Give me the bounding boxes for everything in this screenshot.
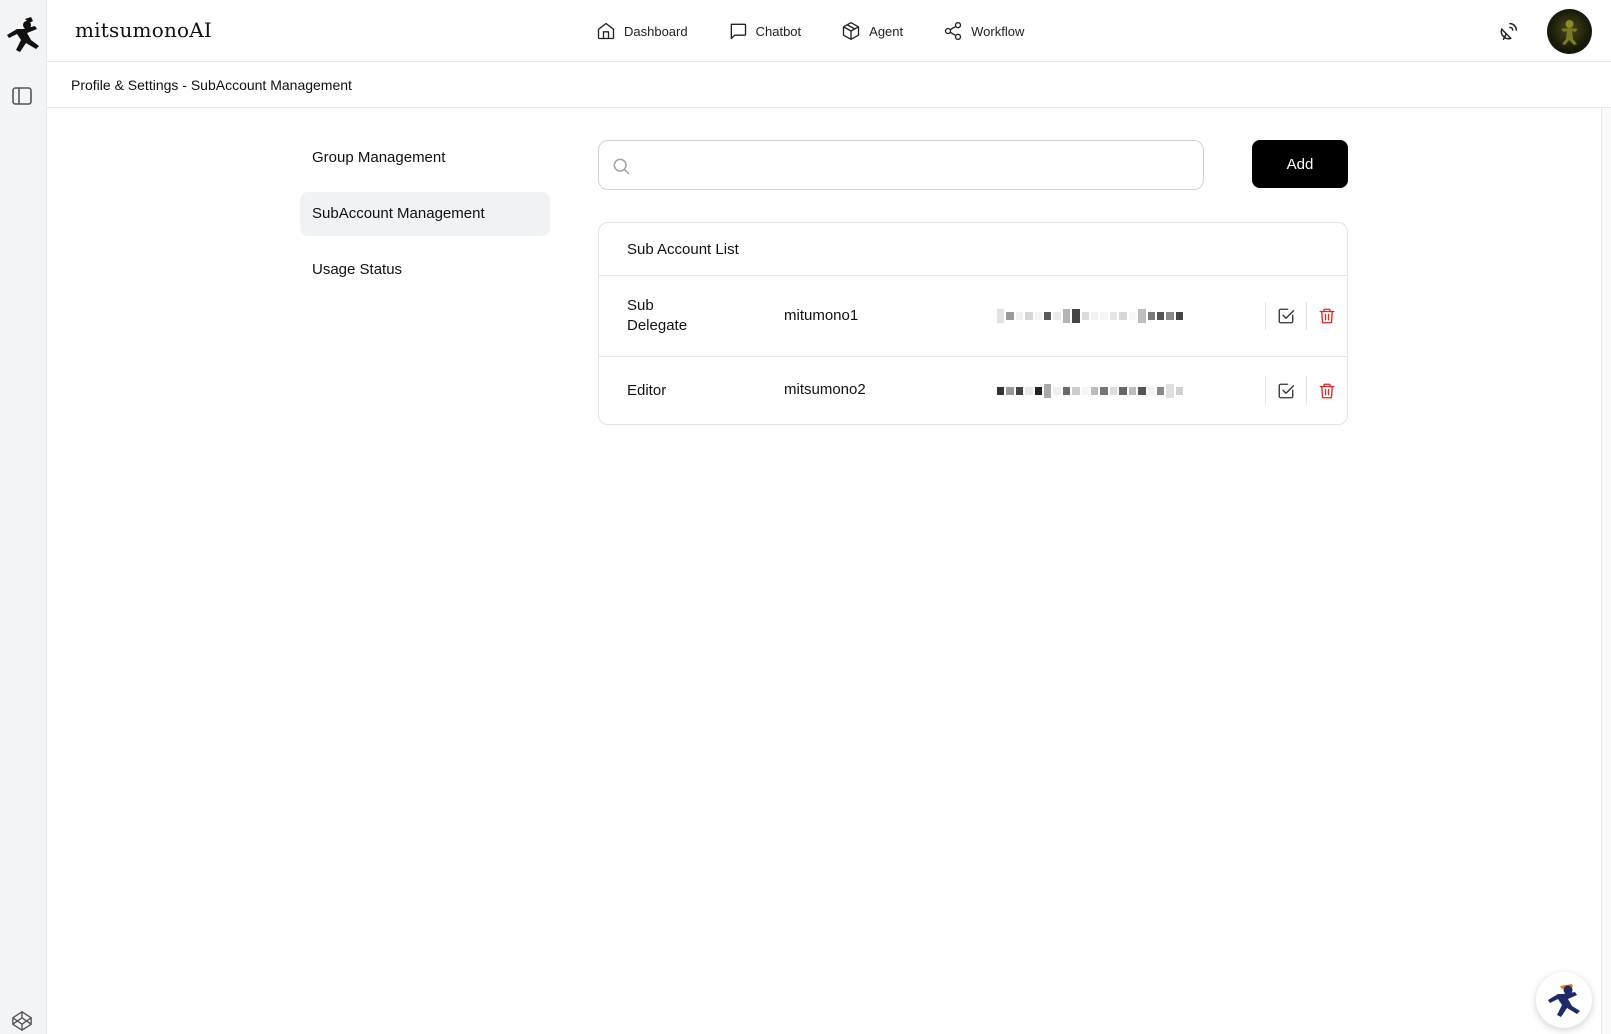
edit-check-icon[interactable] [1277, 382, 1295, 400]
chat-icon [730, 23, 746, 40]
role-line-1: Sub [627, 297, 654, 314]
top-header: mitsumonoAI Dashboard Chatbot Agent Work… [47, 0, 1611, 62]
app-root: mitsumonoAI Dashboard Chatbot Agent Work… [0, 0, 1611, 1034]
divider [1306, 376, 1307, 404]
add-button[interactable]: Add [1252, 140, 1348, 188]
username-cell: mitumono1 [784, 307, 859, 324]
role-cell: Sub Delegate [627, 296, 727, 336]
divider [1265, 302, 1266, 330]
breadcrumb: Profile & Settings - SubAccount Manageme… [71, 77, 352, 93]
nav-workflow-label: Workflow [971, 23, 1025, 39]
table-row: Sub Delegate mitumono1 [599, 276, 1347, 357]
role-line-1: Editor [627, 382, 667, 399]
brand-name[interactable]: mitsumonoAI [75, 18, 212, 42]
nav-dashboard[interactable]: Dashboard [596, 19, 688, 43]
codepen-icon[interactable] [11, 1010, 33, 1032]
list-title: Sub Account List [599, 223, 1347, 276]
settings-menu: Group Management SubAccount Management U… [300, 136, 550, 304]
search-icon [613, 158, 630, 175]
nav-chatbot-label: Chatbot [755, 23, 802, 39]
menu-usage-status[interactable]: Usage Status [300, 248, 550, 292]
divider [1306, 302, 1307, 330]
breadcrumb-bar: Profile & Settings - SubAccount Manageme… [47, 62, 1611, 108]
satellite-dish-icon[interactable] [1498, 20, 1520, 42]
scrollbar[interactable] [1601, 108, 1611, 1034]
nav-agent[interactable]: Agent [841, 19, 903, 43]
trash-icon[interactable] [1318, 382, 1336, 400]
user-avatar[interactable] [1547, 9, 1592, 54]
nav-chatbot[interactable]: Chatbot [728, 19, 802, 43]
nav-workflow[interactable]: Workflow [943, 19, 1024, 43]
assistant-button[interactable] [1536, 972, 1592, 1028]
ninja-assistant-icon [1548, 984, 1580, 1017]
main-nav: Dashboard Chatbot Agent Workflow [596, 19, 1064, 43]
masked-email [997, 308, 1184, 324]
home-icon [597, 22, 615, 40]
role-cell: Editor [627, 381, 727, 401]
sub-account-list-card: Sub Account List Sub Delegate mitumono1 [598, 222, 1348, 425]
divider [1265, 376, 1266, 404]
row-actions [1265, 357, 1347, 424]
search-box[interactable] [598, 140, 1204, 190]
avatar-figure-icon [1561, 20, 1578, 45]
trash-icon[interactable] [1318, 307, 1336, 325]
share-icon [944, 22, 962, 40]
left-rail [0, 0, 47, 1034]
role-line-2: Delegate [627, 317, 688, 334]
menu-group-management[interactable]: Group Management [300, 136, 550, 180]
masked-email [997, 383, 1184, 399]
nav-dashboard-label: Dashboard [624, 23, 688, 39]
username-cell: mitsumono2 [784, 381, 866, 398]
package-icon [842, 22, 860, 40]
edit-check-icon[interactable] [1277, 307, 1295, 325]
table-row: Editor mitsumono2 [599, 357, 1347, 424]
nav-agent-label: Agent [869, 23, 904, 39]
sidebar-toggle-icon[interactable] [10, 84, 34, 108]
ninja-logo-icon[interactable] [5, 16, 41, 56]
search-input[interactable] [641, 151, 1191, 181]
menu-subaccount-management[interactable]: SubAccount Management [300, 192, 550, 236]
row-actions [1265, 276, 1347, 356]
